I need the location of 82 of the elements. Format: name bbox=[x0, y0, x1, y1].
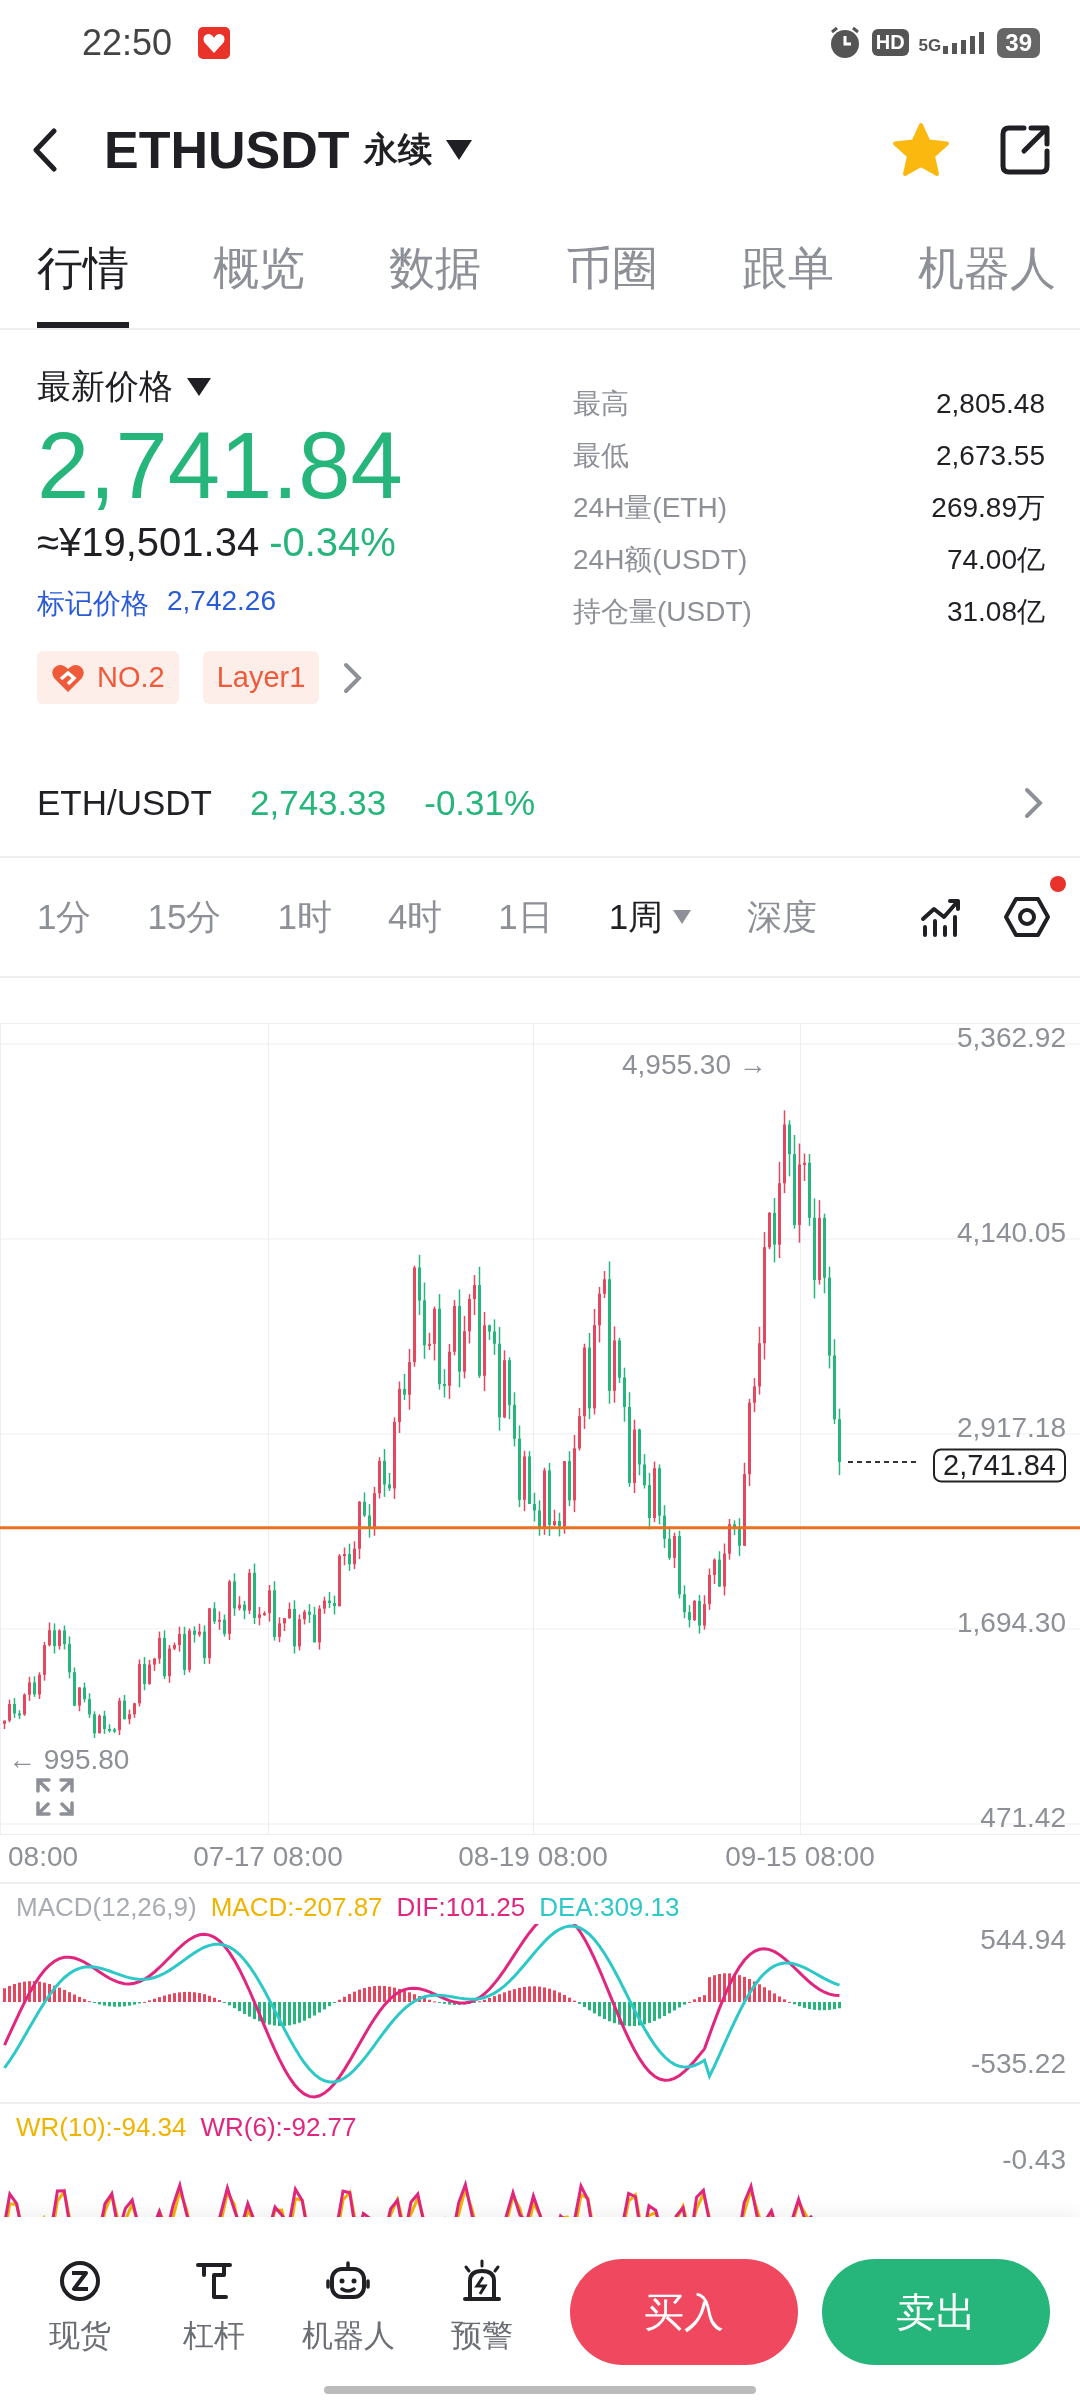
nav-item[interactable]: 机器人 bbox=[290, 2259, 406, 2357]
stat-value: 2,673.55 bbox=[936, 440, 1045, 472]
stat-label: 最高 bbox=[573, 387, 629, 421]
stat-value: 269.89万 bbox=[931, 491, 1045, 525]
indicator-value: MACD:-207.87 bbox=[210, 1892, 383, 1923]
price-axis-label: 1,694.30 bbox=[957, 1606, 1066, 1639]
stat-value: 2,805.48 bbox=[936, 388, 1045, 420]
star-icon[interactable] bbox=[892, 122, 950, 178]
price-change: -0.34% bbox=[269, 520, 396, 566]
sell-button[interactable]: 卖出 bbox=[822, 2259, 1050, 2365]
nav-item[interactable]: 现货 bbox=[22, 2259, 138, 2357]
battery-level: 39 bbox=[997, 27, 1040, 58]
indicator-value: WR(10):-94.34 bbox=[16, 2112, 187, 2143]
share-icon[interactable] bbox=[998, 123, 1052, 177]
indicator-axis-label: -535.22 bbox=[971, 2047, 1066, 2080]
time-axis-label: 08-19 08:00 bbox=[458, 1841, 608, 1873]
nav-item[interactable]: 杠杆 bbox=[156, 2259, 272, 2357]
price-axis-label: 471.42 bbox=[980, 1801, 1066, 1834]
stat-label: 持仓量(USDT) bbox=[573, 595, 752, 629]
interval-tab[interactable]: 15分 bbox=[147, 893, 222, 941]
indicator-axis-label: -0.43 bbox=[1002, 2143, 1066, 2176]
nav-item[interactable]: 预警 bbox=[424, 2259, 540, 2357]
interval-tab[interactable]: 1分 bbox=[37, 893, 92, 941]
stat-value: 31.08亿 bbox=[946, 595, 1045, 629]
time-axis-label: 07-17 08:00 bbox=[193, 1841, 343, 1873]
tab[interactable]: 行情 bbox=[37, 215, 129, 328]
high-price-marker: 4,955.30 → bbox=[622, 1049, 767, 1081]
heart-icon bbox=[51, 662, 85, 693]
app-notification-icon bbox=[198, 26, 231, 59]
current-price-label: 2,741.84 bbox=[933, 1448, 1066, 1483]
tag[interactable]: NO.2 bbox=[37, 651, 179, 705]
stat-label: 24H量(ETH) bbox=[573, 491, 727, 525]
indicator-value: DEA:309.13 bbox=[539, 1892, 680, 1923]
spot-price: 2,743.33 bbox=[250, 783, 387, 823]
tab[interactable]: 数据 bbox=[389, 215, 482, 328]
mark-price-label: 标记价格 bbox=[37, 587, 149, 622]
stat-label: 24H额(USDT) bbox=[573, 543, 748, 577]
indicator-title: MACD(12,26,9) bbox=[16, 1892, 197, 1923]
back-icon[interactable] bbox=[30, 128, 60, 172]
status-time: 22:50 bbox=[82, 21, 173, 64]
buy-button[interactable]: 买入 bbox=[570, 2259, 798, 2365]
price-axis-label: 4,140.05 bbox=[957, 1216, 1066, 1249]
tab[interactable]: 币圈 bbox=[565, 215, 658, 328]
settings-icon[interactable] bbox=[1004, 896, 1050, 938]
indicator-value: WR(6):-92.77 bbox=[200, 2112, 357, 2143]
contract-type: 永续 bbox=[363, 129, 432, 170]
price-axis-label: 5,362.92 bbox=[957, 1021, 1066, 1054]
interval-tab[interactable]: 深度 bbox=[747, 893, 818, 941]
stat-label: 最低 bbox=[573, 439, 629, 473]
tab[interactable]: 跟单 bbox=[741, 215, 834, 328]
chevron-right-icon[interactable] bbox=[343, 661, 364, 694]
network-type: 5G bbox=[918, 36, 942, 54]
alert-icon bbox=[460, 2259, 504, 2303]
expand-icon[interactable] bbox=[36, 1778, 74, 1816]
interval-tab[interactable]: 4时 bbox=[387, 893, 443, 941]
tag[interactable]: Layer1 bbox=[202, 651, 320, 705]
interval-tab[interactable]: 1时 bbox=[277, 893, 332, 941]
caret-icon bbox=[673, 910, 692, 924]
stat-value: 74.00亿 bbox=[946, 543, 1045, 577]
price-axis-label: 2,917.18 bbox=[957, 1411, 1066, 1444]
hd-badge: HD bbox=[871, 29, 909, 56]
caret-icon[interactable] bbox=[445, 140, 472, 160]
tab[interactable]: 机器人 bbox=[917, 215, 1056, 328]
interval-tab[interactable]: 1日 bbox=[498, 893, 553, 941]
last-price: 2,741.84 bbox=[37, 412, 403, 520]
spot-change: -0.31% bbox=[424, 783, 536, 823]
indicator-value: DIF:101.25 bbox=[396, 1892, 526, 1923]
caret-icon[interactable] bbox=[187, 378, 211, 396]
time-axis-label: 08:00 bbox=[8, 1841, 79, 1873]
pair-symbol: ETHUSDT bbox=[104, 120, 350, 180]
mark-price: 2,742.26 bbox=[167, 585, 276, 619]
spot-icon bbox=[58, 2259, 102, 2303]
indicator-chart-icon[interactable] bbox=[920, 897, 962, 937]
spot-pair[interactable]: ETH/USDT bbox=[37, 783, 212, 823]
fiat-price: ≈¥19,501.34 bbox=[37, 520, 260, 566]
time-axis-label: 09-15 08:00 bbox=[725, 1841, 875, 1873]
low-price-marker: ← 995.80 bbox=[8, 1744, 130, 1777]
interval-tab[interactable]: 1周 bbox=[608, 893, 692, 941]
price-type-label[interactable]: 最新价格 bbox=[37, 364, 173, 410]
chevron-right-icon[interactable] bbox=[1024, 787, 1044, 819]
tab[interactable]: 概览 bbox=[213, 215, 306, 328]
indicator-axis-label: 544.94 bbox=[980, 1923, 1066, 1956]
